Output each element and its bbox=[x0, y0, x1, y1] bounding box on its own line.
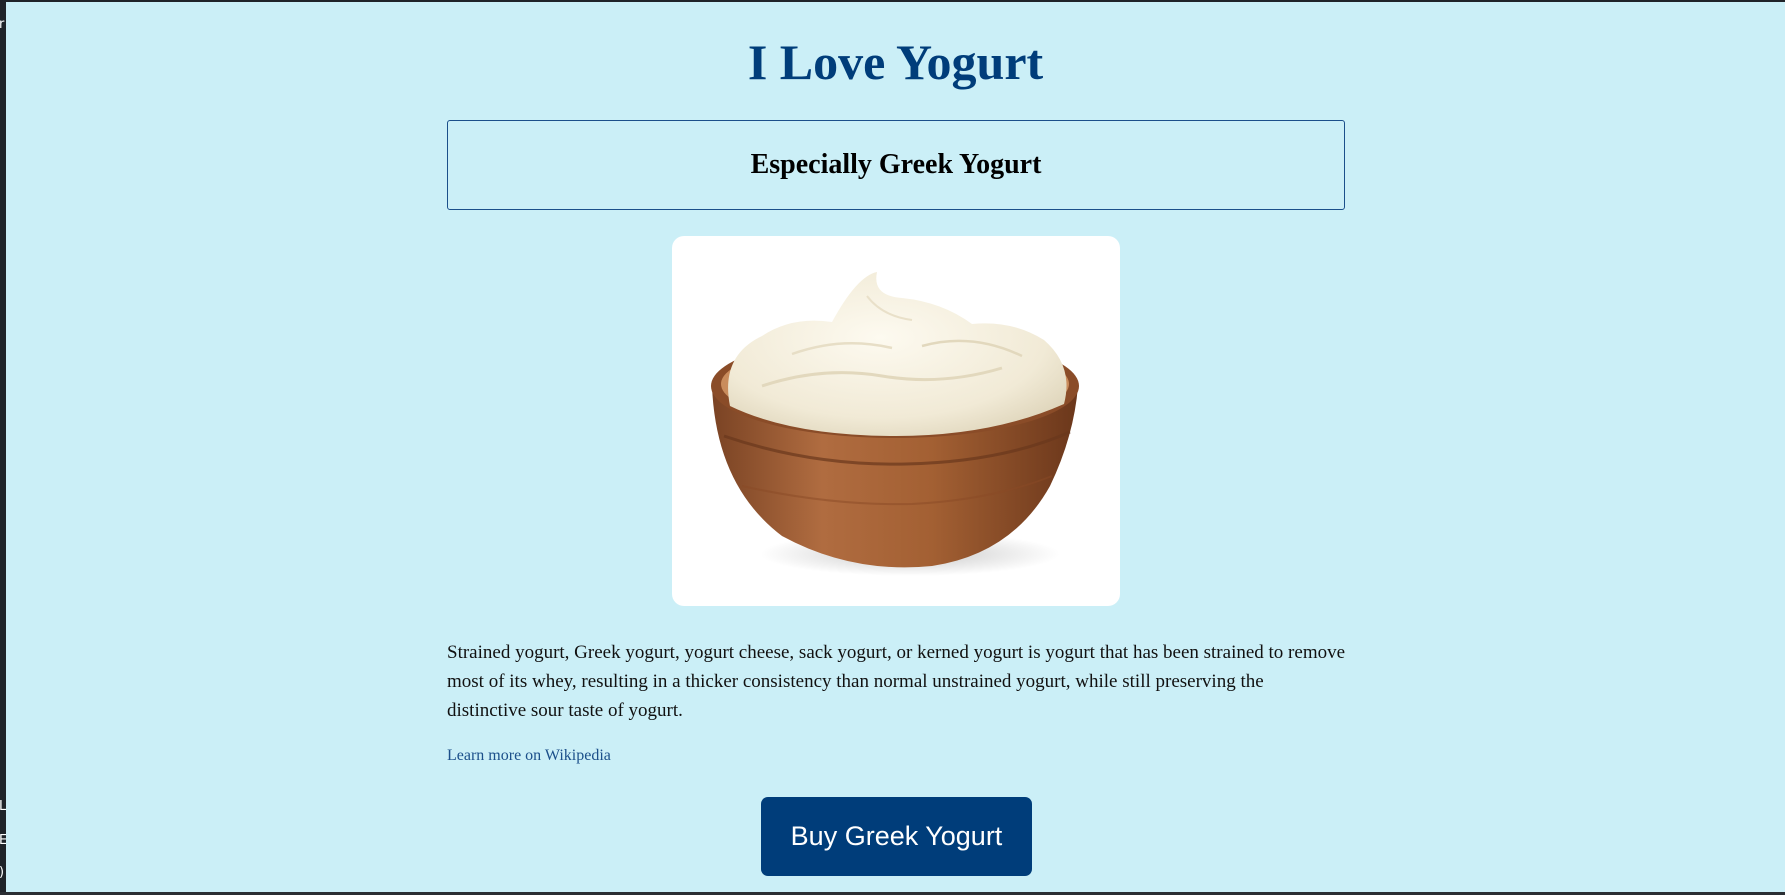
subtitle-heading: Especially Greek Yogurt bbox=[750, 149, 1042, 180]
browser-viewport: I Love Yogurt Especially Greek Yogurt St… bbox=[6, 2, 1785, 892]
buy-greek-yogurt-button[interactable]: Buy Greek Yogurt bbox=[761, 797, 1032, 876]
yogurt-bowl-illustration bbox=[711, 272, 1079, 576]
page-title: I Love Yogurt bbox=[747, 34, 1044, 90]
subtitle-box: Especially Greek Yogurt bbox=[447, 120, 1345, 210]
yogurt-image bbox=[672, 236, 1120, 606]
offscreen-glyph: r bbox=[0, 17, 5, 32]
description-paragraph: Strained yogurt, Greek yogurt, yogurt ch… bbox=[447, 642, 1346, 721]
wikipedia-link[interactable]: Learn more on Wikipedia bbox=[447, 747, 611, 765]
offscreen-glyph: ) bbox=[0, 866, 4, 880]
